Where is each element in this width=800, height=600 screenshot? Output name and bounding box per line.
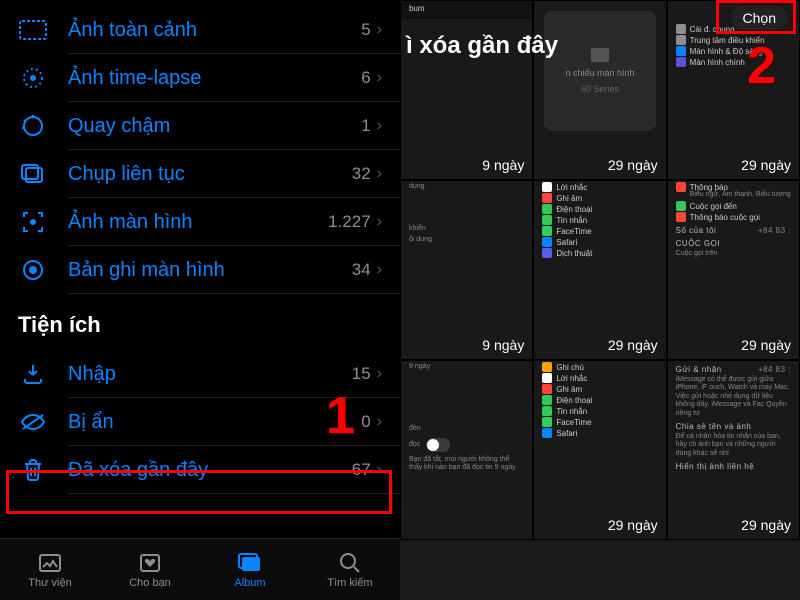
- timelapse-icon: [18, 63, 48, 93]
- tab-label: Tìm kiếm: [327, 577, 372, 589]
- row-slomo[interactable]: Quay chậm 1 ›: [0, 102, 400, 150]
- row-count: 15: [352, 364, 371, 384]
- albums-icon: [238, 551, 262, 575]
- row-label: Quay chậm: [68, 115, 361, 138]
- row-burst[interactable]: Chụp liên tục 32 ›: [0, 150, 400, 198]
- screenshot-icon: [18, 207, 48, 237]
- import-icon: [18, 359, 48, 389]
- tab-library[interactable]: Thư viện: [0, 539, 100, 600]
- days-label: 29 ngày: [608, 337, 658, 353]
- chevron-right-icon: ›: [377, 21, 382, 39]
- chevron-right-icon: ›: [377, 69, 382, 87]
- row-count: 32: [352, 164, 371, 184]
- thumb[interactable]: bum 9 ngày: [400, 0, 533, 180]
- row-label: Ảnh time-lapse: [68, 67, 361, 90]
- days-label: 29 ngày: [608, 517, 658, 533]
- library-icon: [38, 551, 62, 575]
- row-pano[interactable]: Ảnh toàn cảnh 5 ›: [0, 6, 400, 54]
- chevron-right-icon: ›: [377, 165, 382, 183]
- row-count: 34: [352, 260, 371, 280]
- thumb[interactable]: Gửi & nhận +84 83 : iMessage có thể được…: [667, 360, 800, 540]
- select-button[interactable]: Chọn: [731, 6, 788, 30]
- row-count: 1.227: [328, 212, 371, 232]
- tab-search[interactable]: Tìm kiếm: [300, 539, 400, 600]
- hidden-icon: [18, 407, 48, 437]
- chevron-right-icon: ›: [377, 117, 382, 135]
- chevron-right-icon: ›: [377, 213, 382, 231]
- thumb[interactable]: Ghi chú Lời nhắc Ghi âm Điện thoại Tin n…: [533, 360, 666, 540]
- thumb[interactable]: Thông báo Biểu ngữ, Âm thanh, Biểu tượng…: [667, 180, 800, 360]
- thumb[interactable]: 9 ngày đèn đọc Bạn đã tắt, mọi người khô…: [400, 360, 533, 540]
- search-icon: [338, 551, 362, 575]
- foryou-icon: [138, 551, 162, 575]
- chevron-right-icon: ›: [377, 461, 382, 479]
- panorama-icon: [18, 15, 48, 45]
- screen-recording-icon: [18, 255, 48, 285]
- row-label: Nhập: [68, 363, 352, 386]
- trash-icon: [18, 455, 48, 485]
- chevron-right-icon: ›: [377, 413, 382, 431]
- row-label: Ảnh màn hình: [68, 211, 328, 234]
- airplay-card: n chiếu màn hình 60 Series: [544, 11, 655, 131]
- tab-foryou[interactable]: Cho bạn: [100, 539, 200, 600]
- toggle-off: [426, 438, 450, 452]
- row-label: Chụp liên tục: [68, 163, 352, 186]
- row-count: 67: [352, 460, 371, 480]
- callout-1: 1: [326, 386, 355, 446]
- thumb[interactable]: Lời nhắc Ghi âm Điện thoại Tin nhắn Face…: [533, 180, 666, 360]
- row-label: Bản ghi màn hình: [68, 259, 352, 282]
- days-label: 9 ngày: [482, 337, 524, 353]
- tab-bar: Thư viện Cho bạn Album Tìm kiếm: [0, 538, 400, 600]
- row-count: 1: [361, 116, 370, 136]
- row-screenrec[interactable]: Bản ghi màn hình 34 ›: [0, 246, 400, 294]
- chevron-right-icon: ›: [377, 261, 382, 279]
- burst-icon: [18, 159, 48, 189]
- tab-albums[interactable]: Album: [200, 539, 300, 600]
- tab-label: Thư viện: [28, 577, 71, 589]
- row-count: 0: [361, 412, 370, 432]
- deleted-grid: bum 9 ngày n chiếu màn hình 60 Series 29…: [400, 0, 800, 600]
- days-label: 29 ngày: [608, 157, 658, 173]
- media-types-list: Ảnh toàn cảnh 5 › Ảnh time-lapse 6 › Qua…: [0, 0, 400, 294]
- slomo-icon: [18, 111, 48, 141]
- row-timelapse[interactable]: Ảnh time-lapse 6 ›: [0, 54, 400, 102]
- tab-label: Album: [234, 577, 265, 589]
- callout-2: 2: [747, 36, 776, 96]
- row-count: 5: [361, 20, 370, 40]
- page-title: ì xóa gần đây: [400, 32, 800, 60]
- row-screenshots[interactable]: Ảnh màn hình 1.227 ›: [0, 198, 400, 246]
- thumb[interactable]: dụng khiển ội dung 9 ngày: [400, 180, 533, 360]
- section-utilities: Tiện ích: [0, 294, 400, 344]
- tab-label: Cho bạn: [129, 577, 171, 589]
- row-recently-deleted[interactable]: Đã xóa gần đây 67 ›: [0, 446, 400, 494]
- chevron-right-icon: ›: [377, 365, 382, 383]
- row-label: Bị ẩn: [68, 411, 361, 434]
- thumb[interactable]: n chiếu màn hình 60 Series 29 ngày: [533, 0, 666, 180]
- row-count: 6: [361, 68, 370, 88]
- days-label: 29 ngày: [741, 157, 791, 173]
- row-label: Ảnh toàn cảnh: [68, 19, 361, 42]
- days-label: 9 ngày: [482, 157, 524, 173]
- row-label: Đã xóa gần đây: [68, 459, 352, 482]
- days-label: 29 ngày: [741, 517, 791, 533]
- days-label: 29 ngày: [741, 337, 791, 353]
